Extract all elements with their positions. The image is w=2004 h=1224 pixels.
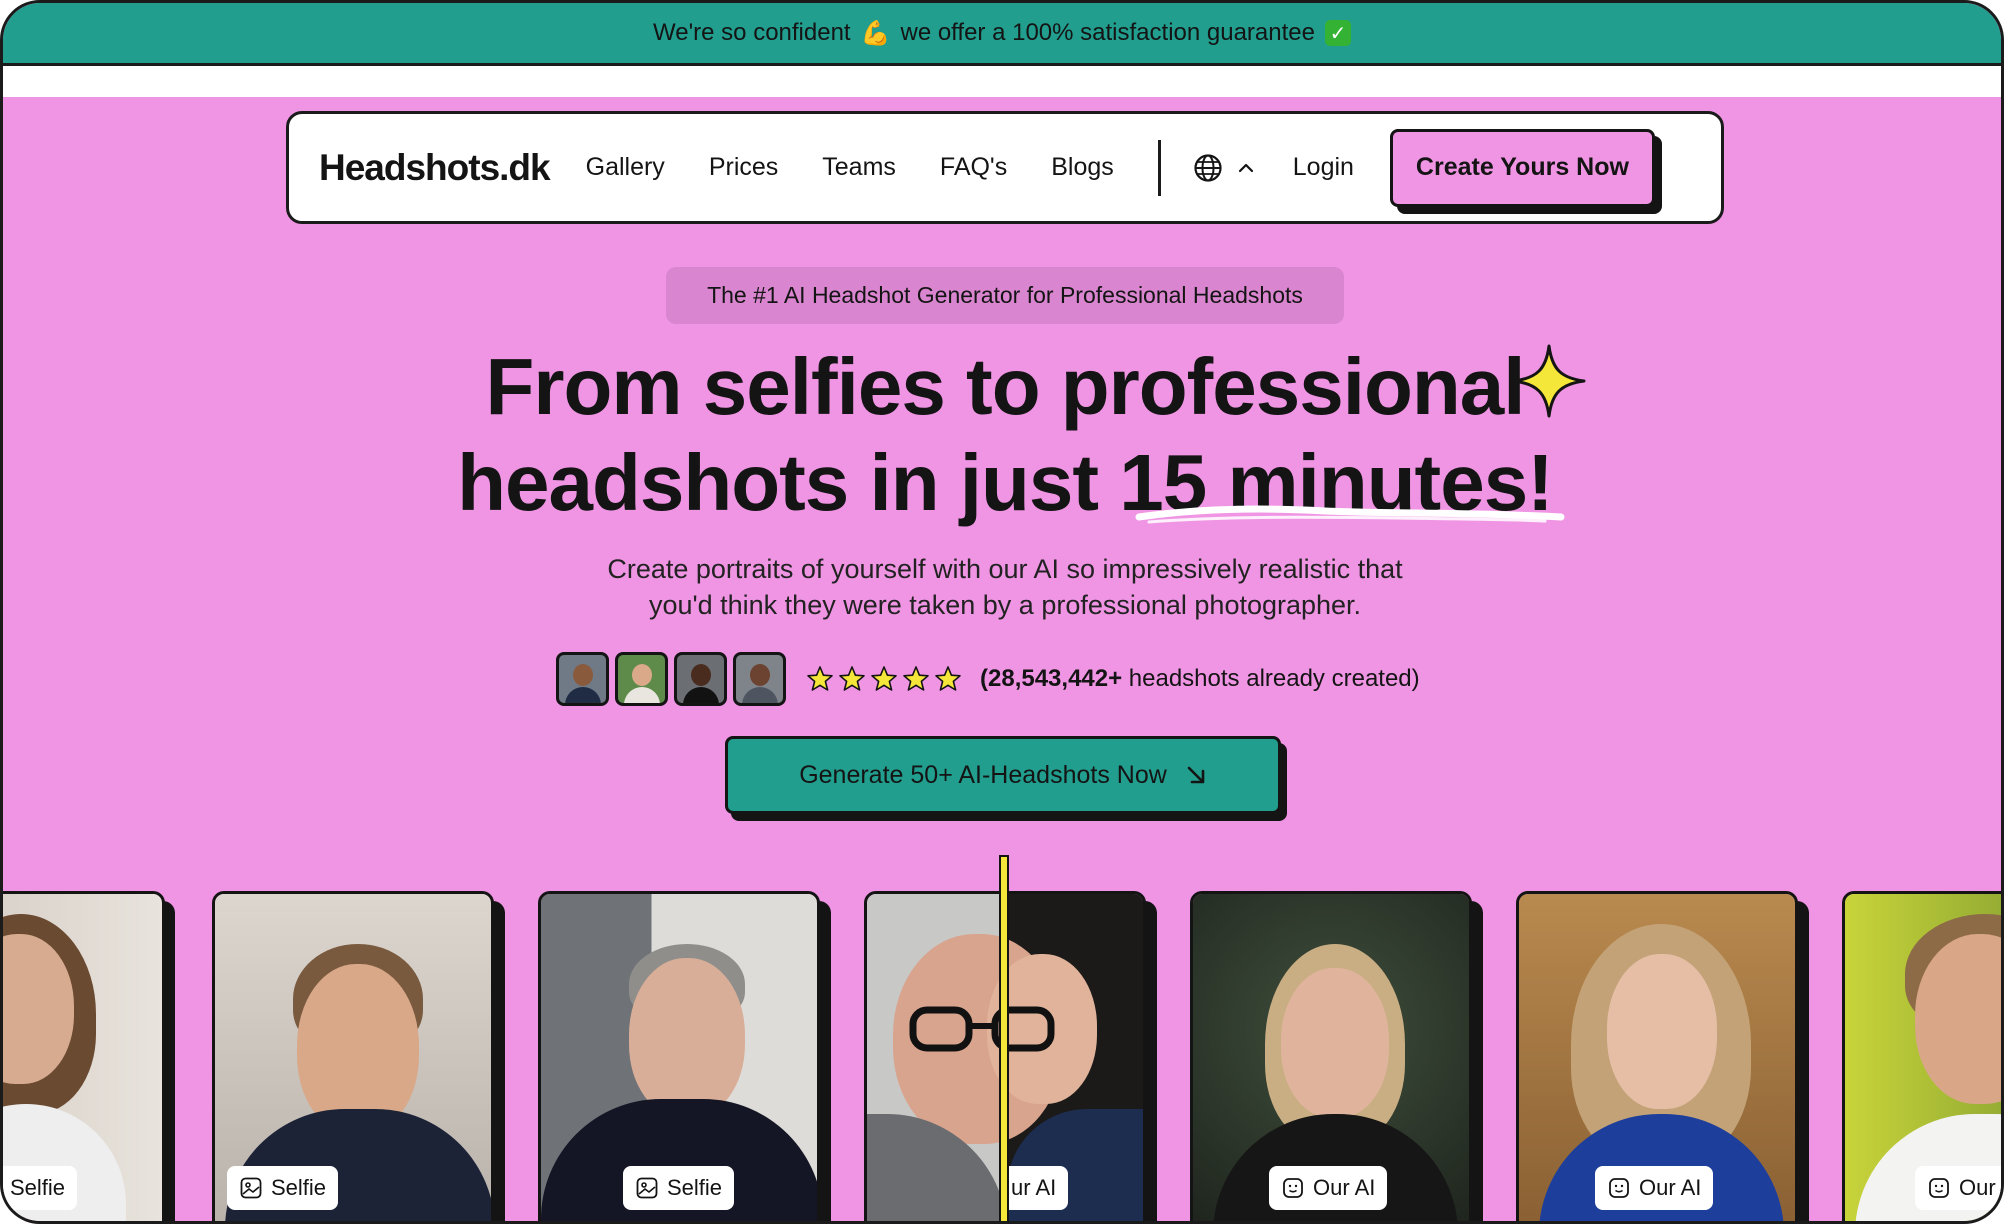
avatar <box>556 652 609 706</box>
photo-card-ai[interactable]: Our AI <box>1190 891 1472 1221</box>
ai-face-icon <box>1283 1178 1303 1198</box>
muscle-emoji: 💪 <box>860 19 891 47</box>
social-proof: (28,543,442+ headshots already created) <box>556 651 1420 707</box>
photo-label: Our <box>1915 1166 2001 1210</box>
ai-face-icon <box>1929 1178 1949 1198</box>
photo-label-text: ur AI <box>1011 1175 1057 1200</box>
header-spacer <box>3 66 2001 97</box>
nav-link-teams[interactable]: Teams <box>822 153 896 182</box>
nav-link-prices[interactable]: Prices <box>709 153 778 182</box>
avatar <box>674 652 727 706</box>
photo-label-text: Our <box>1959 1175 1996 1200</box>
photo-label-text: Selfie <box>271 1175 327 1200</box>
subtext-line-1: Create portraits of yourself with our AI… <box>607 554 1403 584</box>
announcement-text-before: We're so confident <box>653 19 851 46</box>
create-yours-now-button[interactable]: Create Yours Now <box>1389 128 1655 207</box>
photo-label: Our AI <box>1595 1166 1714 1210</box>
avatar <box>733 652 786 706</box>
subtext-line-2: you'd think they were taken by a profess… <box>648 590 1362 620</box>
photo-card-selfie[interactable]: Selfie <box>538 891 820 1221</box>
page-frame: We're so confident 💪 we offer a 100% sat… <box>0 0 2004 1224</box>
photo-label-text: Our AI <box>1639 1175 1702 1200</box>
nav-link-gallery[interactable]: Gallery <box>586 153 665 182</box>
nav-divider <box>1157 139 1161 196</box>
photo-label: Selfie <box>3 1166 78 1210</box>
photo-card-selfie[interactable]: Selfie <box>3 891 165 1221</box>
hero-subtext: Create portraits of yourself with our AI… <box>3 551 2001 623</box>
star-icon <box>935 666 961 691</box>
photo-label: Selfie <box>623 1166 735 1210</box>
photo-card-ai[interactable]: Our AI <box>1516 891 1798 1221</box>
count-suffix: headshots already created) <box>1122 665 1420 692</box>
tagline-pill: The #1 AI Headshot Generator for Profess… <box>666 267 1344 324</box>
sparkle-icon <box>1512 344 1586 418</box>
chevron-up-icon[interactable] <box>1237 159 1255 177</box>
star-icon <box>871 666 897 691</box>
site-logo[interactable]: Headshots.dk <box>319 147 551 189</box>
generate-button-label: Generate 50+ AI-Headshots Now <box>799 760 1167 789</box>
photo-label-text: Selfie <box>667 1175 723 1200</box>
photo-label-text: Our AI <box>1313 1175 1376 1200</box>
create-yours-button-wrap: Create Yours Now <box>1389 128 1662 214</box>
globe-icon[interactable] <box>1193 153 1223 183</box>
star-icon <box>903 666 929 691</box>
login-link[interactable]: Login <box>1293 153 1354 182</box>
announcement-text-after: we offer a 100% satisfaction guarantee <box>900 19 1315 46</box>
photo-card-ai[interactable]: Our <box>1842 891 2001 1221</box>
photo-label: Selfie <box>227 1166 339 1210</box>
comparison-slider-handle[interactable] <box>999 855 1009 1221</box>
headline-line-2: headshots in just 15 minutes! <box>457 438 1554 527</box>
count-number: (28,543,442+ <box>980 665 1123 692</box>
generate-headshots-button[interactable]: Generate 50+ AI-Headshots Now <box>725 736 1281 814</box>
check-mark-icon: ✓ <box>1324 20 1351 46</box>
image-icon <box>636 1177 658 1199</box>
photo-label: Our AI <box>1269 1166 1388 1210</box>
hero-headline: From selfies to professional headshots i… <box>3 339 2001 531</box>
photo-label: ur AI <box>999 1166 1069 1210</box>
nav-link-blogs[interactable]: Blogs <box>1051 153 1114 182</box>
headshots-count: (28,543,442+ headshots already created) <box>980 665 1420 693</box>
brush-underline <box>1135 505 1565 524</box>
avatar <box>615 652 668 706</box>
ai-face-icon <box>1609 1178 1629 1198</box>
nav-link-faqs[interactable]: FAQ's <box>940 153 1007 182</box>
photo-card-selfie[interactable]: Selfie <box>212 891 494 1221</box>
glasses-icon <box>909 1006 1055 1052</box>
headline-line-1: From selfies to professional <box>485 342 1526 431</box>
announcement-bar: We're so confident 💪 we offer a 100% sat… <box>3 3 2001 66</box>
star-icon <box>807 666 833 691</box>
photo-label-text: Selfie <box>10 1175 66 1200</box>
image-icon <box>240 1177 262 1199</box>
star-icon <box>839 666 865 691</box>
arrow-down-right-icon <box>1187 766 1205 784</box>
generate-button-wrap: Generate 50+ AI-Headshots Now <box>725 736 1287 821</box>
rating-stars <box>806 665 962 693</box>
main-navigation: Headshots.dk Gallery Prices Teams FAQ's … <box>286 111 1724 224</box>
